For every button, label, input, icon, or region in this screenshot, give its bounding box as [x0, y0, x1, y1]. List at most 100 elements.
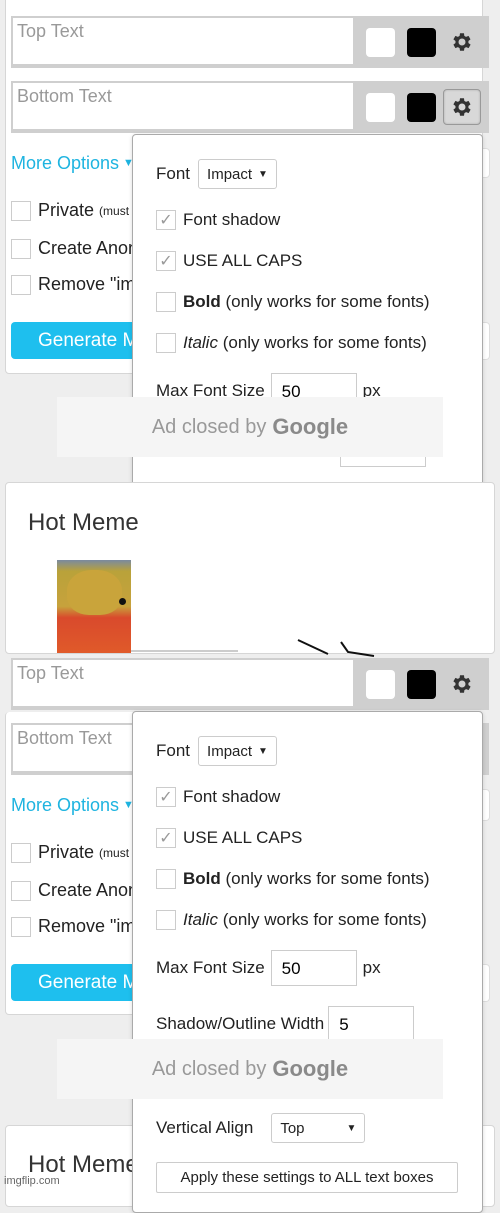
create-anon-checkbox[interactable]	[11, 238, 31, 259]
text-settings-button[interactable]	[443, 666, 481, 702]
vertical-align-label: Vertical Align	[156, 1118, 254, 1137]
remove-watermark-label: Remove "im	[38, 274, 136, 294]
font-shadow-checkbox[interactable]: ✓	[156, 210, 176, 230]
top-text-row-2: Top Text	[11, 658, 489, 710]
bold-label: Bold	[183, 292, 221, 311]
font-shadow-row[interactable]: ✓ Font shadow	[156, 787, 280, 807]
shadow-width-row: Shadow/Outline Width 5	[156, 1006, 415, 1042]
meme-thumbnail-pooh[interactable]	[57, 560, 131, 653]
italic-row[interactable]: Italic (only works for some fonts)	[156, 333, 427, 353]
bold-row[interactable]: Bold (only works for some fonts)	[156, 292, 430, 312]
create-anon-option-2[interactable]: Create Anon	[11, 880, 138, 901]
top-text-row: Top Text	[11, 16, 489, 68]
pooh-nose	[119, 598, 126, 605]
font-select[interactable]: Impact ▼	[198, 736, 277, 766]
caret-down-icon: ▼	[258, 168, 268, 180]
outline-color-swatch[interactable]	[407, 28, 436, 57]
text-settings-button[interactable]	[443, 24, 481, 60]
outline-color-swatch[interactable]	[407, 93, 436, 122]
italic-row[interactable]: Italic (only works for some fonts)	[156, 910, 427, 930]
more-options-link-2[interactable]: More Options ▼	[11, 795, 134, 816]
font-select[interactable]: Impact ▼	[198, 159, 277, 189]
meme-underline	[131, 650, 238, 652]
outline-color-swatch[interactable]	[407, 670, 436, 699]
create-anon-label: Create Anon	[38, 880, 139, 900]
bottom-text-input[interactable]: Bottom Text	[13, 83, 353, 129]
bold-checkbox[interactable]	[156, 869, 176, 889]
all-caps-checkbox[interactable]: ✓	[156, 251, 176, 271]
pooh-face	[67, 570, 122, 615]
italic-label: Italic	[183, 333, 218, 352]
vertical-align-select[interactable]: Top ▼	[271, 1113, 366, 1143]
create-anon-checkbox[interactable]	[11, 880, 31, 901]
gear-icon	[453, 33, 471, 51]
font-label: Font	[156, 164, 191, 183]
gear-icon	[453, 98, 471, 116]
ad-closed-text: Ad closed by	[151, 1057, 267, 1080]
generate-meme-button[interactable]: Generate M	[11, 322, 151, 359]
italic-checkbox[interactable]	[156, 333, 176, 353]
private-option[interactable]: Private (must	[11, 200, 129, 221]
italic-label: Italic	[183, 910, 218, 929]
font-value: Impact	[207, 742, 253, 760]
all-caps-row[interactable]: ✓ USE ALL CAPS	[156, 251, 302, 271]
px-unit-label: px	[362, 958, 381, 977]
generate-meme-button-2[interactable]: Generate M	[11, 964, 151, 1001]
remove-watermark-checkbox[interactable]	[11, 274, 31, 295]
meme-thumbnail-sketch[interactable]	[296, 636, 406, 658]
text-color-swatch[interactable]	[366, 670, 395, 699]
gear-icon	[453, 675, 471, 693]
remove-watermark-option[interactable]: Remove "im	[11, 274, 135, 295]
remove-watermark-option-2[interactable]: Remove "im	[11, 916, 135, 937]
text-color-swatch[interactable]	[366, 93, 395, 122]
imgflip-watermark: imgflip.com	[4, 1175, 60, 1187]
bold-row[interactable]: Bold (only works for some fonts)	[156, 869, 430, 889]
font-label: Font	[156, 741, 191, 760]
create-anon-option[interactable]: Create Anon	[11, 238, 138, 259]
apply-all-button[interactable]: Apply these settings to ALL text boxes	[156, 1162, 458, 1193]
bold-note: (only works for some fonts)	[225, 869, 430, 888]
all-caps-label: USE ALL CAPS	[183, 828, 303, 847]
max-font-size-input[interactable]: 50	[270, 950, 357, 986]
more-options-label: More Options	[11, 153, 120, 173]
all-caps-label: USE ALL CAPS	[183, 251, 303, 270]
italic-note: (only works for some fonts)	[222, 333, 427, 352]
text-settings-popup-2: Font Impact ▼ ✓ Font shadow ✓ USE ALL CAP…	[132, 711, 483, 1213]
ad-closed-banner-2: Ad closed by Google	[57, 1039, 443, 1099]
more-options-label: More Options	[11, 795, 120, 815]
font-value: Impact	[207, 165, 253, 183]
text-settings-button[interactable]	[443, 89, 481, 125]
all-caps-row[interactable]: ✓ USE ALL CAPS	[156, 828, 302, 848]
font-shadow-label: Font shadow	[183, 210, 281, 229]
remove-watermark-checkbox[interactable]	[11, 916, 31, 937]
ad-closed-banner: Ad closed by Google	[57, 397, 443, 457]
all-caps-checkbox[interactable]: ✓	[156, 828, 176, 848]
hot-memes-title: Hot Meme	[28, 509, 139, 536]
ad-closed-text: Ad closed by	[151, 415, 267, 438]
max-font-size-row: Max Font Size 50 px	[156, 950, 381, 986]
caret-down-icon: ▼	[346, 1122, 357, 1134]
font-shadow-row[interactable]: ✓ Font shadow	[156, 210, 280, 230]
create-anon-label: Create Anon	[38, 238, 139, 258]
remove-watermark-label: Remove "im	[38, 916, 136, 936]
top-text-input[interactable]: Top Text	[13, 18, 353, 64]
bold-checkbox[interactable]	[156, 292, 176, 312]
shadow-width-input[interactable]: 5	[328, 1006, 415, 1042]
vertical-align-row: Vertical Align Top ▼	[156, 1113, 366, 1143]
bold-note: (only works for some fonts)	[225, 292, 430, 311]
font-shadow-checkbox[interactable]: ✓	[156, 787, 176, 807]
private-checkbox[interactable]	[11, 200, 31, 221]
top-text-input-2[interactable]: Top Text	[13, 660, 353, 706]
more-options-link[interactable]: More Options ▼	[11, 153, 134, 174]
bottom-text-row: Bottom Text	[11, 81, 489, 133]
font-row: Font Impact ▼	[156, 736, 277, 766]
text-color-swatch[interactable]	[366, 28, 395, 57]
shadow-width-label: Shadow/Outline Width	[156, 1014, 325, 1033]
private-checkbox[interactable]	[11, 842, 31, 863]
caret-down-icon: ▼	[258, 745, 268, 757]
sketch-line	[297, 639, 375, 657]
google-logo: Google	[272, 414, 349, 439]
private-note: (must	[99, 203, 130, 218]
private-option-2[interactable]: Private (must	[11, 842, 129, 863]
italic-checkbox[interactable]	[156, 910, 176, 930]
